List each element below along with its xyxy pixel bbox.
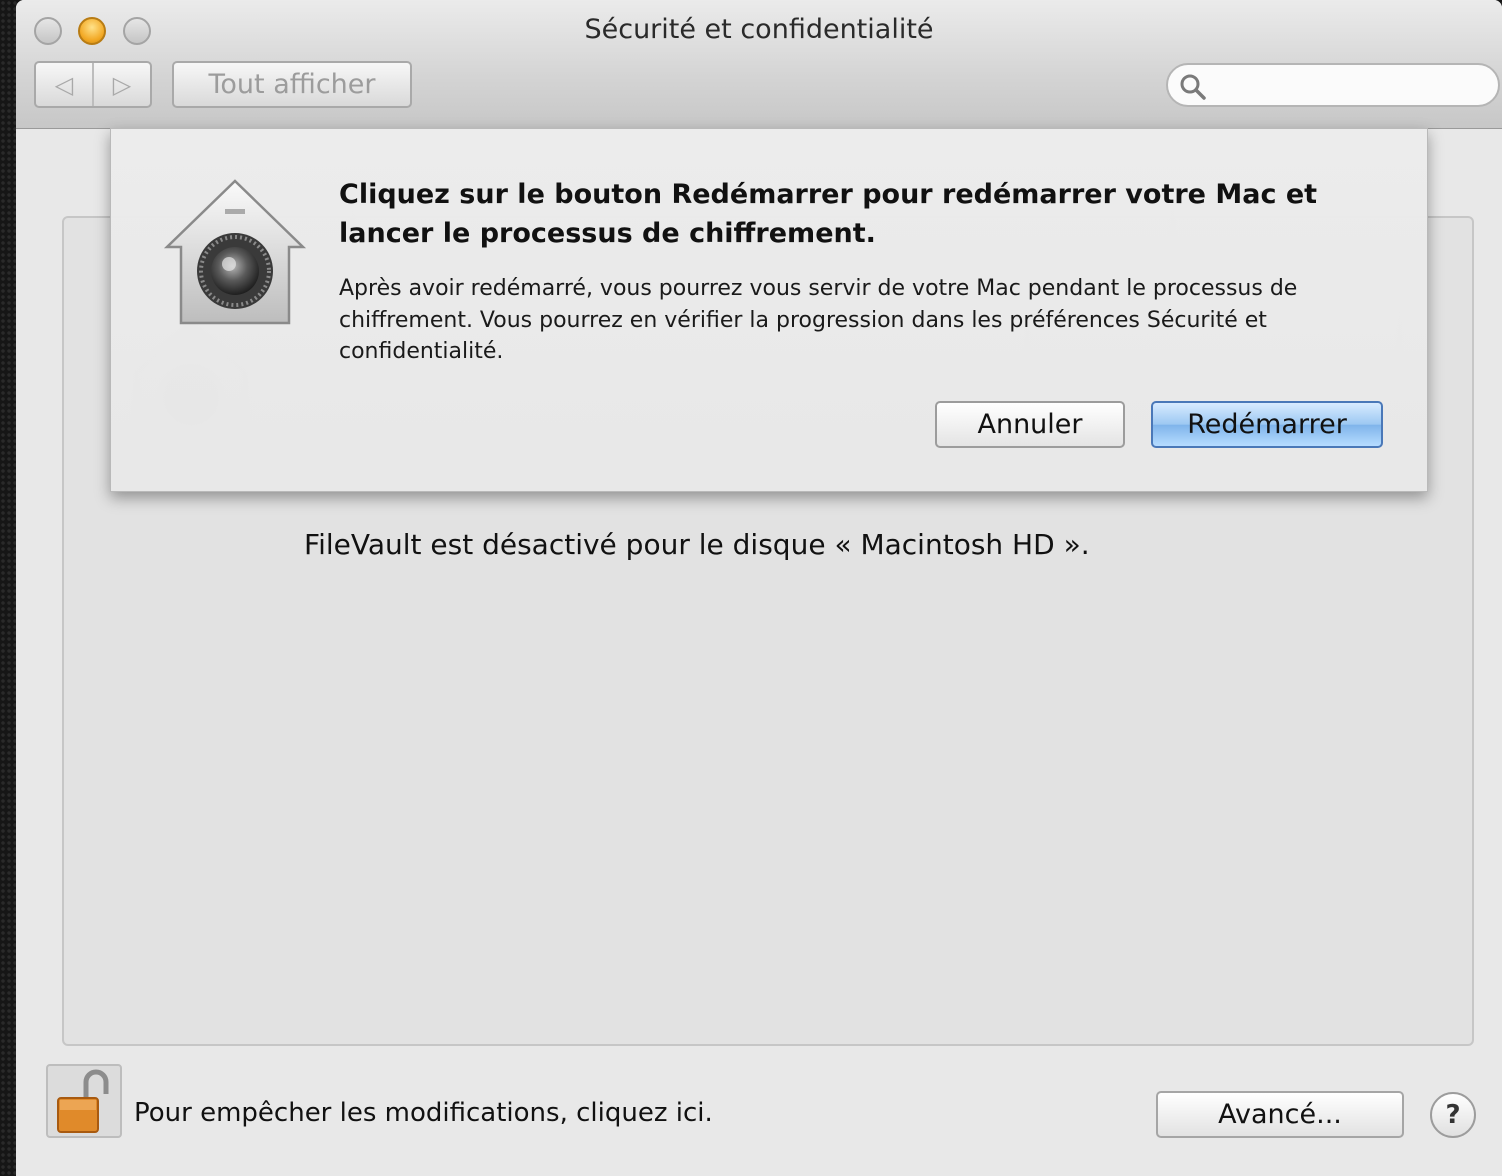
advanced-button[interactable]: Avancé... — [1156, 1091, 1404, 1138]
cancel-button[interactable]: Annuler — [935, 401, 1125, 448]
back-forward-control: ◁ ▷ — [34, 61, 152, 108]
restart-encryption-sheet: Cliquez sur le bouton Redémarrer pour re… — [110, 128, 1428, 492]
back-button[interactable]: ◁ — [36, 63, 94, 106]
sheet-message: Après avoir redémarré, vous pourrez vous… — [339, 276, 1298, 364]
show-all-button[interactable]: Tout afficher — [172, 61, 412, 108]
forward-button[interactable]: ▷ — [94, 63, 150, 106]
lock-instructions[interactable]: Pour empêcher les modifications, cliquez… — [134, 1098, 713, 1128]
filevault-status-text: FileVault est désactivé pour le disque «… — [304, 528, 1090, 561]
filevault-icon — [163, 179, 307, 325]
help-button[interactable]: ? — [1430, 1092, 1476, 1138]
title-toolbar: Sécurité et confidentialité ◁ ▷ Tout aff… — [16, 0, 1502, 129]
search-icon — [1180, 74, 1206, 100]
unlocked-padlock-icon[interactable] — [46, 1064, 124, 1140]
search-field[interactable] — [1166, 63, 1500, 107]
window-title: Sécurité et confidentialité — [584, 14, 934, 45]
preferences-window: Sécurité et confidentialité ◁ ▷ Tout aff… — [16, 0, 1502, 1176]
restart-button[interactable]: Redémarrer — [1151, 401, 1383, 448]
sheet-title: Cliquez sur le bouton Redémarrer pour re… — [339, 179, 1318, 249]
